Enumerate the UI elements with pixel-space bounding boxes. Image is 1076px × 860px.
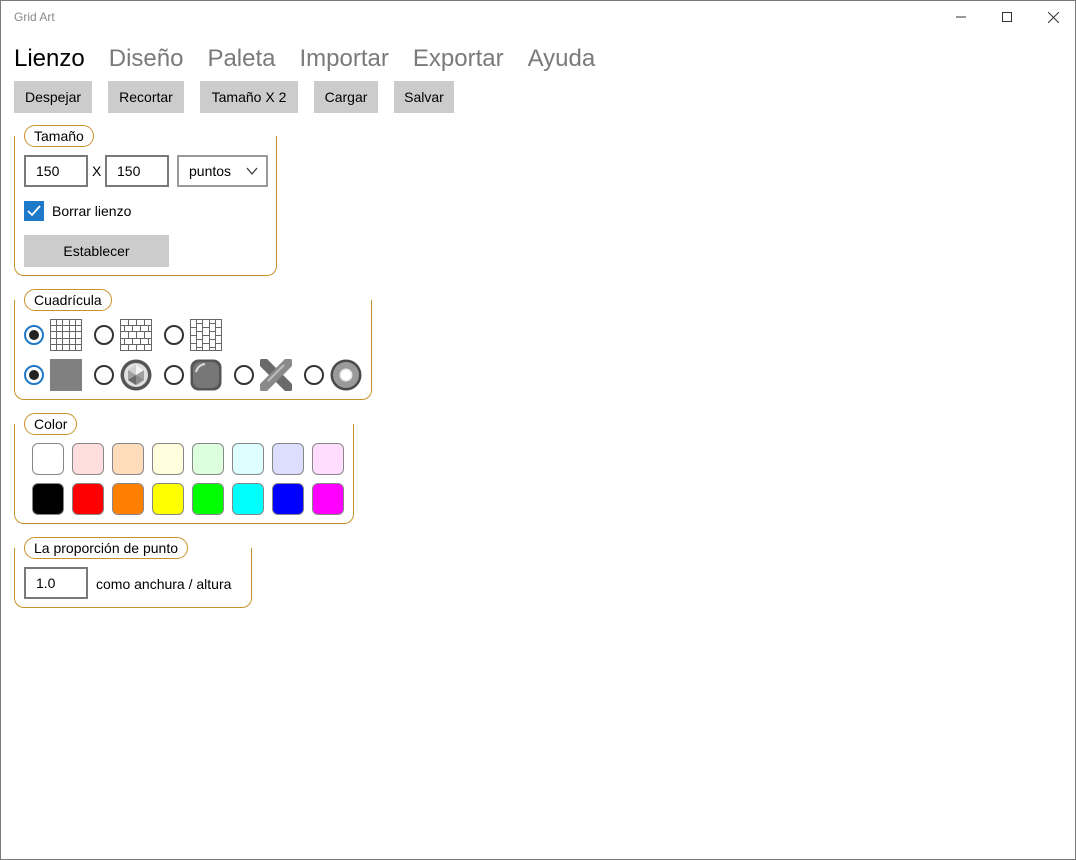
tab-paleta[interactable]: Paleta <box>207 43 275 75</box>
set-size-button[interactable]: Establecer <box>24 235 169 267</box>
faceted-gem-dot-icon <box>120 359 152 391</box>
crop-button[interactable]: Recortar <box>108 81 184 113</box>
clear-button[interactable]: Despejar <box>14 81 92 113</box>
ratio-input[interactable]: 1.0 <box>24 567 88 599</box>
light-color-swatch-1[interactable] <box>32 443 64 475</box>
light-color-swatch-5[interactable] <box>192 443 224 475</box>
size-group-label: Tamaño <box>24 125 94 147</box>
grid-type-brick-vertical-radio[interactable] <box>164 325 184 345</box>
main-tabs: Lienzo Diseño Paleta Importar Exportar A… <box>14 43 619 75</box>
light-color-swatch-7[interactable] <box>272 443 304 475</box>
unit-dropdown[interactable]: puntos <box>177 155 268 187</box>
ratio-group-label: La proporción de punto <box>24 537 188 559</box>
light-color-swatch-8[interactable] <box>312 443 344 475</box>
strong-color-swatch-7[interactable] <box>272 483 304 515</box>
minimize-icon <box>956 16 966 18</box>
dot-style-flat-radio[interactable] <box>24 365 44 385</box>
double-size-button[interactable]: Tamaño X 2 <box>200 81 298 113</box>
strong-color-swatch-5[interactable] <box>192 483 224 515</box>
cross-stitch-dot-icon <box>260 359 292 391</box>
strong-color-swatch-4[interactable] <box>152 483 184 515</box>
app-title: Grid Art <box>14 10 55 24</box>
width-input[interactable]: 150 <box>24 155 88 187</box>
tab-exportar[interactable]: Exportar <box>413 43 504 75</box>
save-button[interactable]: Salvar <box>394 81 454 113</box>
dot-style-gem-radio[interactable] <box>94 365 114 385</box>
light-color-swatch-6[interactable] <box>232 443 264 475</box>
times-label: X <box>92 163 102 179</box>
grid-type-square-radio[interactable] <box>24 325 44 345</box>
grid-type-brick-horizontal-radio[interactable] <box>94 325 114 345</box>
strong-color-swatch-8[interactable] <box>312 483 344 515</box>
ratio-suffix-label: como anchura / altura <box>96 576 232 592</box>
ring-bead-dot-icon <box>330 359 362 391</box>
app-window: Grid Art Lienzo Diseño Paleta Importar E… <box>0 0 1076 860</box>
strong-color-swatch-2[interactable] <box>72 483 104 515</box>
maximize-icon <box>1002 12 1012 22</box>
strong-color-swatch-1[interactable] <box>32 483 64 515</box>
dot-style-rounded-radio[interactable] <box>164 365 184 385</box>
maximize-button[interactable] <box>984 1 1030 33</box>
strong-color-swatch-6[interactable] <box>232 483 264 515</box>
load-button[interactable]: Cargar <box>314 81 378 113</box>
light-color-swatch-3[interactable] <box>112 443 144 475</box>
color-group-label: Color <box>24 413 78 435</box>
strong-color-swatch-3[interactable] <box>112 483 144 515</box>
rounded-square-dot-icon <box>190 359 222 391</box>
light-color-swatch-2[interactable] <box>72 443 104 475</box>
toolbar: Despejar Recortar Tamaño X 2 Cargar Salv… <box>14 81 470 113</box>
close-icon <box>1047 11 1059 23</box>
checkmark-icon <box>27 205 41 217</box>
title-bar: Grid Art <box>1 1 1075 33</box>
tab-ayuda[interactable]: Ayuda <box>528 43 596 75</box>
minimize-button[interactable] <box>938 1 984 33</box>
tab-lienzo[interactable]: Lienzo <box>14 43 85 75</box>
brick-horizontal-grid-icon <box>120 319 152 351</box>
tab-diseno[interactable]: Diseño <box>109 43 184 75</box>
close-button[interactable] <box>1030 1 1076 33</box>
clear-canvas-checkbox[interactable] <box>24 201 44 221</box>
flat-square-dot-icon <box>50 359 82 391</box>
tab-importar[interactable]: Importar <box>300 43 389 75</box>
light-color-swatch-4[interactable] <box>152 443 184 475</box>
dot-style-cross-radio[interactable] <box>234 365 254 385</box>
height-input[interactable]: 150 <box>105 155 169 187</box>
square-grid-icon <box>50 319 82 351</box>
unit-dropdown-value: puntos <box>189 163 232 179</box>
grid-group-label: Cuadrícula <box>24 289 112 311</box>
brick-vertical-grid-icon <box>190 319 222 351</box>
chevron-down-icon <box>246 167 258 175</box>
clear-canvas-label: Borrar lienzo <box>52 203 132 219</box>
dot-style-ring-radio[interactable] <box>304 365 324 385</box>
